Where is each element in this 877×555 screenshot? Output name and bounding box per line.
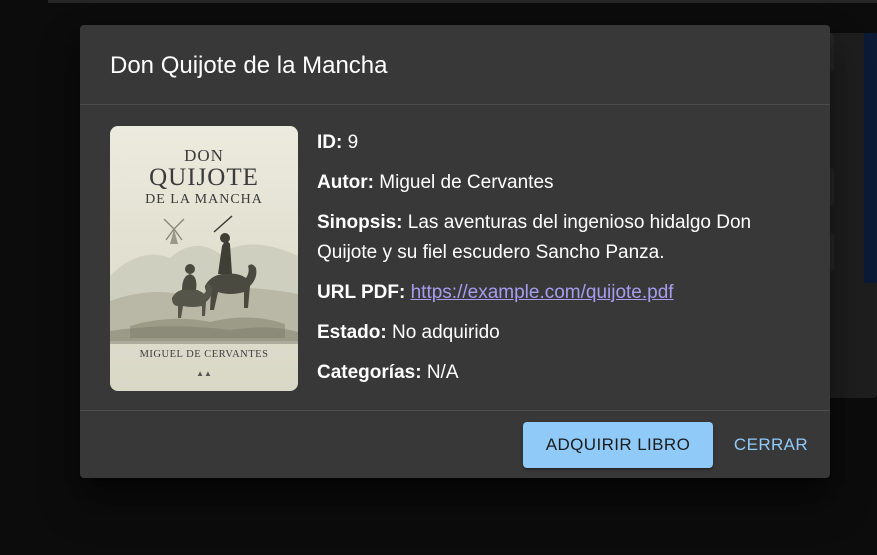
id-label: ID: <box>317 132 343 153</box>
field-pdf-url: URL PDF: https://example.com/quijote.pdf <box>317 278 802 308</box>
pdf-label: URL PDF: <box>317 282 406 303</box>
actions-divider <box>80 410 830 411</box>
status-value: No adquirido <box>391 322 500 343</box>
field-status: Estado: No adquirido <box>317 318 802 348</box>
dialog-title: Don Quijote de la Mancha <box>110 52 388 79</box>
title-divider <box>80 104 830 105</box>
background-topbar <box>48 0 877 3</box>
categories-label: Categorías: <box>317 362 422 383</box>
acquire-book-button[interactable]: ADQUIRIR LIBRO <box>523 422 713 468</box>
close-button[interactable]: CERRAR <box>728 422 814 468</box>
book-detail-dialog: Don Quijote de la Mancha DON QUIJOTE DE … <box>80 25 830 478</box>
cover-author: MIGUEL DE CERVANTES <box>139 349 269 360</box>
cover-title-line3: DE LA MANCHA <box>145 192 263 207</box>
author-value: Miguel de Cervantes <box>379 172 554 193</box>
cover-title-line2: QUIJOTE <box>149 164 259 191</box>
synopsis-label: Sinopsis: <box>317 212 403 233</box>
field-author: Autor: Miguel de Cervantes <box>317 168 802 198</box>
id-value: 9 <box>347 132 359 153</box>
field-categories: Categorías: N/A <box>317 358 802 388</box>
categories-value: N/A <box>426 362 459 383</box>
book-cover-image: DON QUIJOTE DE LA MANCHA MIGUEL DE CERVA… <box>110 126 298 391</box>
book-details: ID: 9 Autor: Miguel de Cervantes Sinopsi… <box>317 128 802 398</box>
field-id: ID: 9 <box>317 128 802 158</box>
status-label: Estado: <box>317 322 387 343</box>
pdf-link[interactable]: https://example.com/quijote.pdf <box>411 282 674 303</box>
publisher-logo-icon: ▲▲ <box>196 369 212 378</box>
author-label: Autor: <box>317 172 374 193</box>
cover-title-line1: DON <box>184 146 224 165</box>
background-accent <box>864 33 877 283</box>
field-synopsis: Sinopsis: Las aventuras del ingenioso hi… <box>317 208 802 268</box>
